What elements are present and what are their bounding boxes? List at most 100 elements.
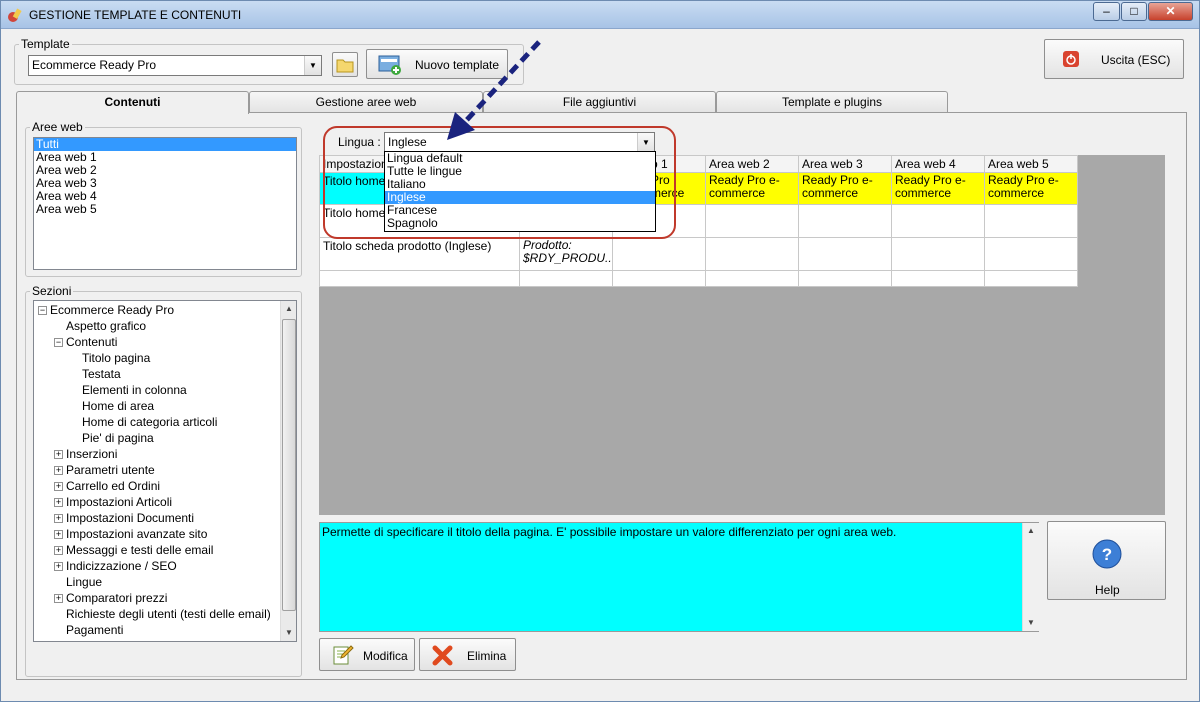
expand-icon[interactable]: + [54,498,63,508]
tab-contenuti[interactable]: Contenuti [16,91,249,114]
template-select[interactable]: Ecommerce Ready Pro ▼ [28,55,322,76]
minimize-button[interactable]: – [1093,2,1120,21]
modifica-label: Modifica [363,649,408,663]
modifica-button[interactable]: Modifica [319,638,415,671]
tree-node[interactable]: Home di categoria articoli [70,414,217,430]
scroll-up-icon[interactable]: ▲ [1023,523,1039,539]
grid-cell[interactable] [891,237,985,271]
grid-cell[interactable] [984,237,1078,271]
grid-cell[interactable] [798,237,892,271]
list-item[interactable]: Area web 5 [34,203,296,216]
tree-node-label: Richieste degli utenti (testi delle emai… [66,607,271,621]
tree-node[interactable]: + Parametri utente [54,462,155,478]
aree-web-legend: Aree web [32,120,83,134]
elimina-label: Elimina [467,649,507,663]
collapse-icon[interactable]: − [54,338,63,348]
tree-node[interactable]: Pie' di pagina [70,430,154,446]
title-bar: GESTIONE TEMPLATE E CONTENUTI – □ ✕ [1,1,1199,29]
delete-icon [432,645,453,666]
grid-cell[interactable] [705,237,799,271]
grid-cell[interactable] [705,270,799,287]
tree-node[interactable]: Home di area [70,398,154,414]
svg-text:?: ? [1102,545,1112,564]
grid-cell[interactable] [984,204,1078,238]
maximize-button[interactable]: □ [1121,2,1147,21]
tree-scrollbar[interactable]: ▲ ▼ [280,301,296,641]
grid-cell[interactable] [705,204,799,238]
expand-icon[interactable]: + [54,466,63,476]
annotation-arrow-icon [447,40,541,140]
expand-icon[interactable]: + [54,546,63,556]
tree-node[interactable]: + Impostazioni Documenti [54,510,194,526]
tree-node[interactable]: Pagamenti [54,622,123,638]
tree-node[interactable]: + Messaggi e testi delle email [54,542,213,558]
tree-node[interactable]: Aspetto grafico [54,318,146,334]
grid-cell[interactable] [984,270,1078,287]
tree-node[interactable]: + Indicizzazione / SEO [54,558,177,574]
tree-node[interactable]: + Impostazioni avanzate sito [54,526,207,542]
scroll-down-icon[interactable]: ▼ [1023,615,1039,631]
expand-icon[interactable]: + [54,530,63,540]
tree-node-label: Home di area [82,399,155,413]
tree-node[interactable]: + Carrello ed Ordini [54,478,160,494]
exit-label: Uscita (ESC) [1101,53,1171,67]
tree-node-label: Impostazioni Articoli [66,495,173,509]
expand-icon[interactable]: + [54,594,63,604]
scroll-down-icon[interactable]: ▼ [281,625,296,641]
grid-cell[interactable]: Ready Pro e-commerce [891,172,985,205]
expand-icon[interactable]: + [54,450,63,460]
expand-icon[interactable]: + [54,562,63,572]
template-select-value: Ecommerce Ready Pro [32,58,157,72]
tree-node-label: Contenuti [66,335,118,349]
tree-node[interactable]: Elementi in colonna [70,382,187,398]
window-title: GESTIONE TEMPLATE E CONTENUTI [29,8,242,22]
tree-node[interactable]: Lingue [54,574,102,590]
chevron-down-icon: ▼ [304,56,321,75]
scroll-thumb[interactable] [282,319,296,611]
grid-row-label[interactable]: Titolo scheda prodotto (Inglese) [319,237,520,271]
tree-node-label: Titolo pagina [82,351,151,365]
scroll-up-icon[interactable]: ▲ [281,301,296,317]
tree-node-label: Impostazioni Documenti [66,511,195,525]
tree-node-label: Elementi in colonna [82,383,187,397]
tree-node[interactable]: Titolo pagina [70,350,150,366]
close-button[interactable]: ✕ [1148,2,1193,21]
expand-icon[interactable]: + [54,482,63,492]
grid-cell[interactable] [798,204,892,238]
tree-node[interactable]: + Comparatori prezzi [54,590,167,606]
grid-cell[interactable] [891,270,985,287]
grid-header: Area web 2 [705,155,799,173]
tree-node[interactable]: + Inserzioni [54,446,117,462]
exit-button[interactable]: Uscita (ESC) [1044,39,1184,79]
grid-cell[interactable] [891,204,985,238]
tree-node[interactable]: Richieste degli utenti (testi delle emai… [54,606,271,622]
grid-cell[interactable] [519,270,613,287]
collapse-icon[interactable]: − [38,306,47,316]
grid-cell[interactable] [319,270,520,287]
tree-node[interactable]: Testata [70,366,121,382]
grid-header: Area web 3 [798,155,892,173]
elimina-button[interactable]: Elimina [419,638,516,671]
grid-cell[interactable] [612,270,706,287]
tree-node[interactable]: − Ecommerce Ready Pro [38,302,174,318]
tree-node[interactable]: + Impostazioni Articoli [54,494,172,510]
description-scrollbar[interactable]: ▲ ▼ [1022,523,1039,631]
help-button[interactable]: ? Help [1047,521,1166,600]
tree-node-label: Ecommerce Ready Pro [50,303,175,317]
sezioni-tree[interactable]: − Ecommerce Ready Pro Aspetto grafico − Cont… [33,300,297,642]
tree-node-label: Aspetto grafico [66,319,147,333]
grid-cell[interactable]: Ready Pro e-commerce [798,172,892,205]
open-folder-button[interactable] [332,52,358,77]
tab-template-plugins[interactable]: Template e plugins [716,91,948,112]
grid-cell[interactable] [612,237,706,271]
grid-cell[interactable] [798,270,892,287]
grid-cell[interactable]: Ready Pro e-commerce [705,172,799,205]
grid-cell[interactable]: Ready Pro e-commerce [984,172,1078,205]
expand-icon[interactable]: + [54,514,63,524]
aree-web-list[interactable]: Tutti Area web 1 Area web 2 Area web 3 A… [33,137,297,270]
main-window: GESTIONE TEMPLATE E CONTENUTI – □ ✕ Temp… [0,0,1200,702]
tree-node-label: Messaggi e testi delle email [66,543,214,557]
grid-cell[interactable]: Prodotto: $RDY_PRODU... [519,237,613,271]
tree-node-label: Home di categoria articoli [82,415,218,429]
tree-node[interactable]: − Contenuti [54,334,117,350]
